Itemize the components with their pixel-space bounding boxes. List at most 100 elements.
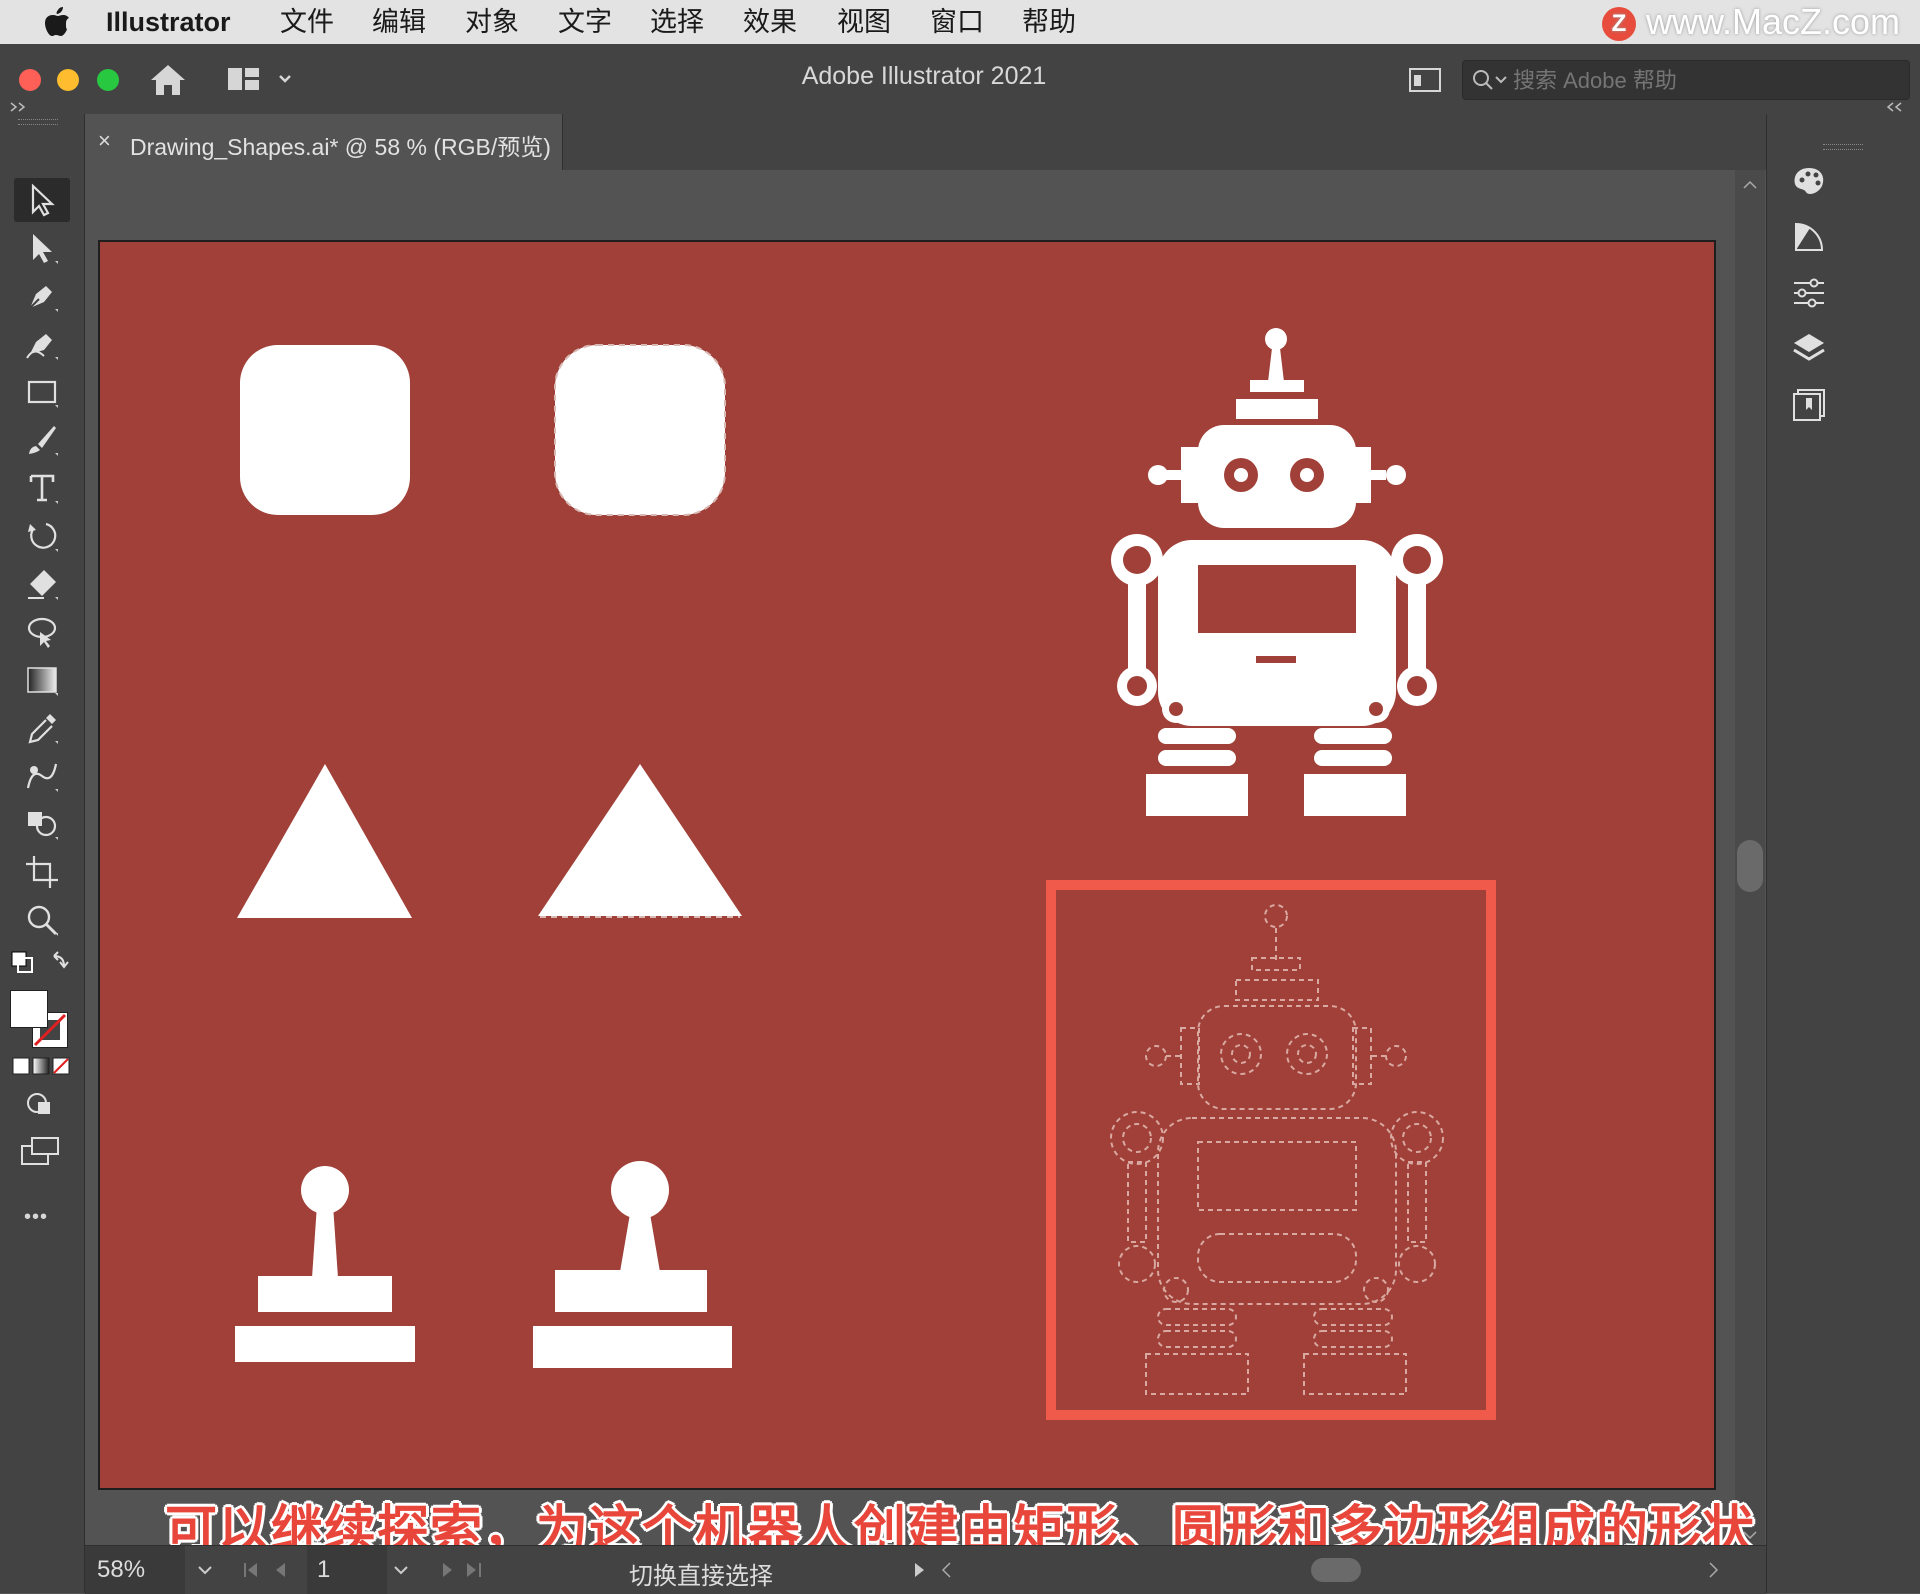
menu-object[interactable]: 对象 (465, 0, 519, 44)
menu-view[interactable]: 视图 (837, 0, 891, 44)
scroll-up-icon[interactable] (1742, 180, 1758, 190)
selection-tool[interactable] (14, 178, 70, 222)
zoom-value: 58% (97, 1556, 146, 1583)
watermark: Zwww.MacZ.com (1601, 1, 1900, 42)
paintbrush-tool[interactable] (14, 418, 70, 462)
eyedropper-tool[interactable] (14, 706, 70, 750)
shape-builder-tool[interactable] (14, 802, 70, 846)
menu-type[interactable]: 文字 (558, 0, 612, 44)
gradient-icon (27, 667, 58, 696)
layers-button[interactable] (1783, 326, 1835, 372)
watermark-logo: Z (1601, 7, 1636, 42)
pen-tool[interactable] (14, 274, 70, 318)
edit-toolbar-button[interactable]: ••• (24, 1206, 48, 1229)
document-tab-bar: × Drawing_Shapes.ai* @ 58 % (RGB/预览) (84, 114, 1766, 170)
vertical-scroll-thumb[interactable] (1737, 840, 1763, 892)
stamp-shape-traced[interactable] (533, 1161, 732, 1368)
application-bar: Adobe Illustrator 2021 (0, 44, 1920, 115)
rounded-square-traced[interactable] (554, 344, 726, 516)
menu-file[interactable]: 文件 (280, 0, 334, 44)
zoom-dropdown-icon[interactable] (195, 1562, 215, 1578)
status-menu-icon[interactable] (911, 1560, 927, 1580)
pen-icon (29, 286, 58, 312)
artboard-icon (26, 856, 58, 888)
status-bar: 58% 1 切换直接选择 (85, 1545, 1766, 1594)
shape-builder-icon (28, 812, 58, 840)
document-tab-title: Drawing_Shapes.ai* @ 58 % (RGB/预览) (130, 134, 551, 160)
toolbar-grip[interactable] (18, 119, 58, 125)
zoom-tool[interactable] (14, 898, 70, 942)
libraries-button[interactable] (1783, 382, 1835, 428)
direct-selection-icon (33, 234, 58, 264)
layers-icon (1793, 334, 1825, 361)
help-search-field[interactable] (1462, 60, 1910, 100)
horizontal-scroll-thumb[interactable] (1311, 1558, 1361, 1582)
gradient-tool[interactable] (14, 658, 70, 702)
triangle-traced[interactable] (538, 764, 742, 916)
fill-swatch[interactable] (10, 990, 48, 1028)
rectangle-tool[interactable] (14, 370, 70, 414)
robot-outline-traced[interactable] (1110, 904, 1444, 1395)
zoom-icon (27, 905, 58, 936)
menu-help[interactable]: 帮助 (1022, 0, 1076, 44)
tools-panel: ••• (0, 102, 85, 1593)
triangle-original[interactable] (237, 764, 412, 918)
artboard[interactable] (100, 242, 1714, 1488)
artboard-number-field[interactable]: 1 (307, 1546, 387, 1594)
drawing-mode-icon[interactable] (24, 1090, 56, 1118)
color-panel-button[interactable] (1783, 158, 1835, 204)
lasso-tool[interactable] (14, 610, 70, 654)
scroll-left-icon[interactable] (939, 1560, 955, 1580)
eraser-tool[interactable] (14, 562, 70, 606)
status-text: 切换直接选择 (629, 1563, 773, 1590)
artboard-next-last-icons[interactable] (435, 1560, 495, 1580)
artwork (235, 328, 1496, 1420)
search-icon (1473, 70, 1507, 90)
direct-selection-tool[interactable] (14, 226, 70, 270)
macos-menu-bar: Illustrator 文件 编辑 对象 文字 选择 效果 视图 窗口 帮助 Z… (0, 0, 1920, 44)
color-guide-icon (1795, 222, 1824, 251)
color-guide-button[interactable] (1783, 214, 1835, 260)
artboard-first-prev-icons[interactable] (241, 1560, 311, 1580)
rectangle-icon (27, 380, 58, 408)
artboard-dropdown-icon[interactable] (391, 1562, 411, 1578)
blend-tool[interactable] (14, 754, 70, 798)
zoom-field[interactable]: 58% (85, 1546, 185, 1594)
color-mode-icons[interactable] (12, 1056, 70, 1076)
curvature-tool[interactable] (14, 322, 70, 366)
collapse-toolbar-icon[interactable] (8, 100, 32, 114)
menu-edit[interactable]: 编辑 (372, 0, 426, 44)
menu-window[interactable]: 窗口 (930, 0, 984, 44)
artboard-number: 1 (317, 1556, 331, 1583)
stamp-shape-original[interactable] (235, 1166, 415, 1362)
curvature-icon (26, 334, 58, 360)
libraries-icon (1793, 389, 1825, 421)
menu-app-name[interactable]: Illustrator (106, 0, 231, 44)
menu-effect[interactable]: 效果 (743, 0, 797, 44)
blend-icon (26, 763, 58, 792)
search-input[interactable] (1511, 65, 1895, 97)
watermark-text: www.MacZ.com (1645, 1, 1900, 42)
fill-stroke-swatch[interactable] (10, 990, 68, 1048)
color-panel-icon (1794, 168, 1824, 194)
close-tab-icon[interactable]: × (98, 128, 111, 154)
properties-button[interactable] (1783, 270, 1835, 316)
dock-grip[interactable] (1823, 144, 1863, 150)
screen-mode-icon[interactable] (20, 1136, 60, 1166)
rotate-icon (28, 522, 58, 552)
lasso-icon (27, 617, 57, 648)
default-fill-stroke-icon[interactable] (10, 950, 70, 982)
vertical-scrollbar[interactable] (1735, 170, 1765, 1545)
document-tab[interactable]: × Drawing_Shapes.ai* @ 58 % (RGB/预览) (84, 114, 563, 170)
arrange-documents-icon[interactable] (1408, 66, 1442, 94)
collapse-panels-icon[interactable] (1885, 100, 1909, 114)
rotate-tool[interactable] (14, 514, 70, 558)
rounded-square-original[interactable] (240, 345, 410, 515)
apple-logo-icon[interactable] (42, 6, 72, 38)
eraser-icon (28, 570, 58, 600)
artboard-tool[interactable] (14, 850, 70, 894)
menu-select[interactable]: 选择 (650, 0, 704, 44)
scroll-right-icon[interactable] (1705, 1560, 1721, 1580)
type-tool[interactable] (14, 466, 70, 510)
paintbrush-icon (29, 426, 58, 456)
